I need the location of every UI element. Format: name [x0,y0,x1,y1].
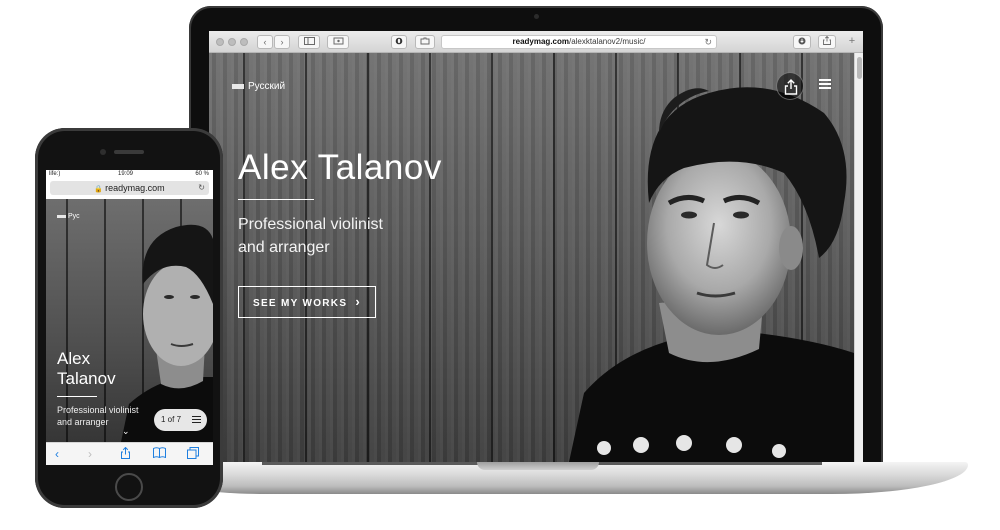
tabs-icon[interactable] [187,447,199,462]
hero-divider [57,396,97,397]
url-domain: readymag.com [512,37,569,46]
language-label: Рус [68,213,80,220]
hamburger-menu-icon[interactable] [819,79,831,89]
laptop-screen: ‹ › readymag.com/alexktalanov2/music/ ↻ … [209,31,863,462]
download-icon [798,37,806,45]
chevron-right-icon: › [355,294,362,309]
lock-icon: 🔒 [94,186,104,193]
portrait-photo [569,87,854,462]
hero-title: Alex Talanov [57,349,116,388]
hero-subtitle-line-1: Professional violinist [57,405,139,415]
sidebar-icon [303,37,315,45]
language-label: Русский [248,81,286,92]
top-sites-button[interactable] [327,35,349,49]
phone-safari-toolbar: ‹ › [46,442,213,465]
hero-divider [238,199,314,200]
language-switch[interactable]: Русский [232,81,285,92]
language-switch[interactable]: Рус [57,213,80,220]
page-counter-button[interactable]: 1 of 7 [154,409,207,431]
sidebar-button[interactable] [298,35,320,49]
share-icon [784,79,798,95]
phone-status-bar: life:) 19:09 60 % [46,170,213,180]
carrier-label: life:) [49,171,61,177]
reload-icon[interactable]: ↻ [704,36,712,48]
phone-webpage-hero: Рус Alex Talanov Professional violinist … [46,199,213,442]
see-my-works-button[interactable]: SEE MY WORKS › [238,286,376,318]
forward-arrow-icon[interactable]: › [88,447,92,461]
address-bar[interactable]: readymag.com/alexktalanov2/music/ ↻ [441,35,717,49]
opera-icon [395,37,403,45]
hero-subtitle-line-2: and arranger [238,239,330,256]
phone-speaker [114,150,144,154]
see-my-works-label: SEE MY WORKS [252,298,348,309]
reload-icon[interactable]: ↻ [198,181,205,195]
share-icon[interactable] [121,446,130,462]
status-time: 19:09 [118,171,134,177]
hero-title: Alex Talanov [238,148,442,187]
phone-url-text: readymag.com [105,183,165,193]
forward-button[interactable]: › [274,35,290,49]
phone-screen: life:) 19:09 60 % 🔒 readymag.com ↻ Рус Al… [46,170,213,465]
puzzle-icon [420,37,430,45]
scrollbar-thumb[interactable] [857,57,862,79]
language-flag-icon [57,214,66,218]
minimize-window-button[interactable] [228,38,236,46]
laptop-camera [534,14,539,19]
phone-address-bar[interactable]: 🔒 readymag.com ↻ [50,181,209,195]
share-toolbar-button[interactable] [818,35,836,49]
hero-subtitle-line-1: Professional violinist [238,216,383,233]
language-flag-icon [232,83,244,89]
phone-camera [100,149,106,155]
downloads-button[interactable] [793,35,811,49]
laptop-opening-notch [477,462,599,470]
hero-subtitle: Professional violinist and arranger [57,404,167,428]
page-counter-text: 1 of 7 [161,415,182,424]
page-scrollbar[interactable] [854,53,863,462]
extension-button[interactable] [391,35,407,49]
url-path: /alexktalanov2/music/ [568,37,646,46]
hero-subtitle-line-2: and arranger [57,417,109,427]
extension-button-2[interactable] [415,35,435,49]
bookmarks-icon[interactable] [153,447,166,461]
back-button[interactable]: ‹ [257,35,273,49]
battery-label: 60 % [195,171,209,177]
safari-toolbar: ‹ › readymag.com/alexktalanov2/music/ ↻ … [209,31,863,53]
close-window-button[interactable] [216,38,224,46]
hamburger-menu-icon [192,416,201,424]
hero-subtitle: Professional violinist and arranger [238,213,438,259]
webpage-hero: Русский Alex Talanov Professional violin… [209,53,854,462]
back-arrow-icon[interactable]: ‹ [55,447,59,461]
new-tab-button[interactable]: + [845,35,859,49]
maximize-window-button[interactable] [240,38,248,46]
top-sites-icon [333,37,343,45]
share-button[interactable] [776,72,804,100]
share-icon [823,35,831,45]
phone-home-button[interactable] [115,473,143,501]
chevron-down-icon[interactable]: ⌄ [122,426,130,437]
